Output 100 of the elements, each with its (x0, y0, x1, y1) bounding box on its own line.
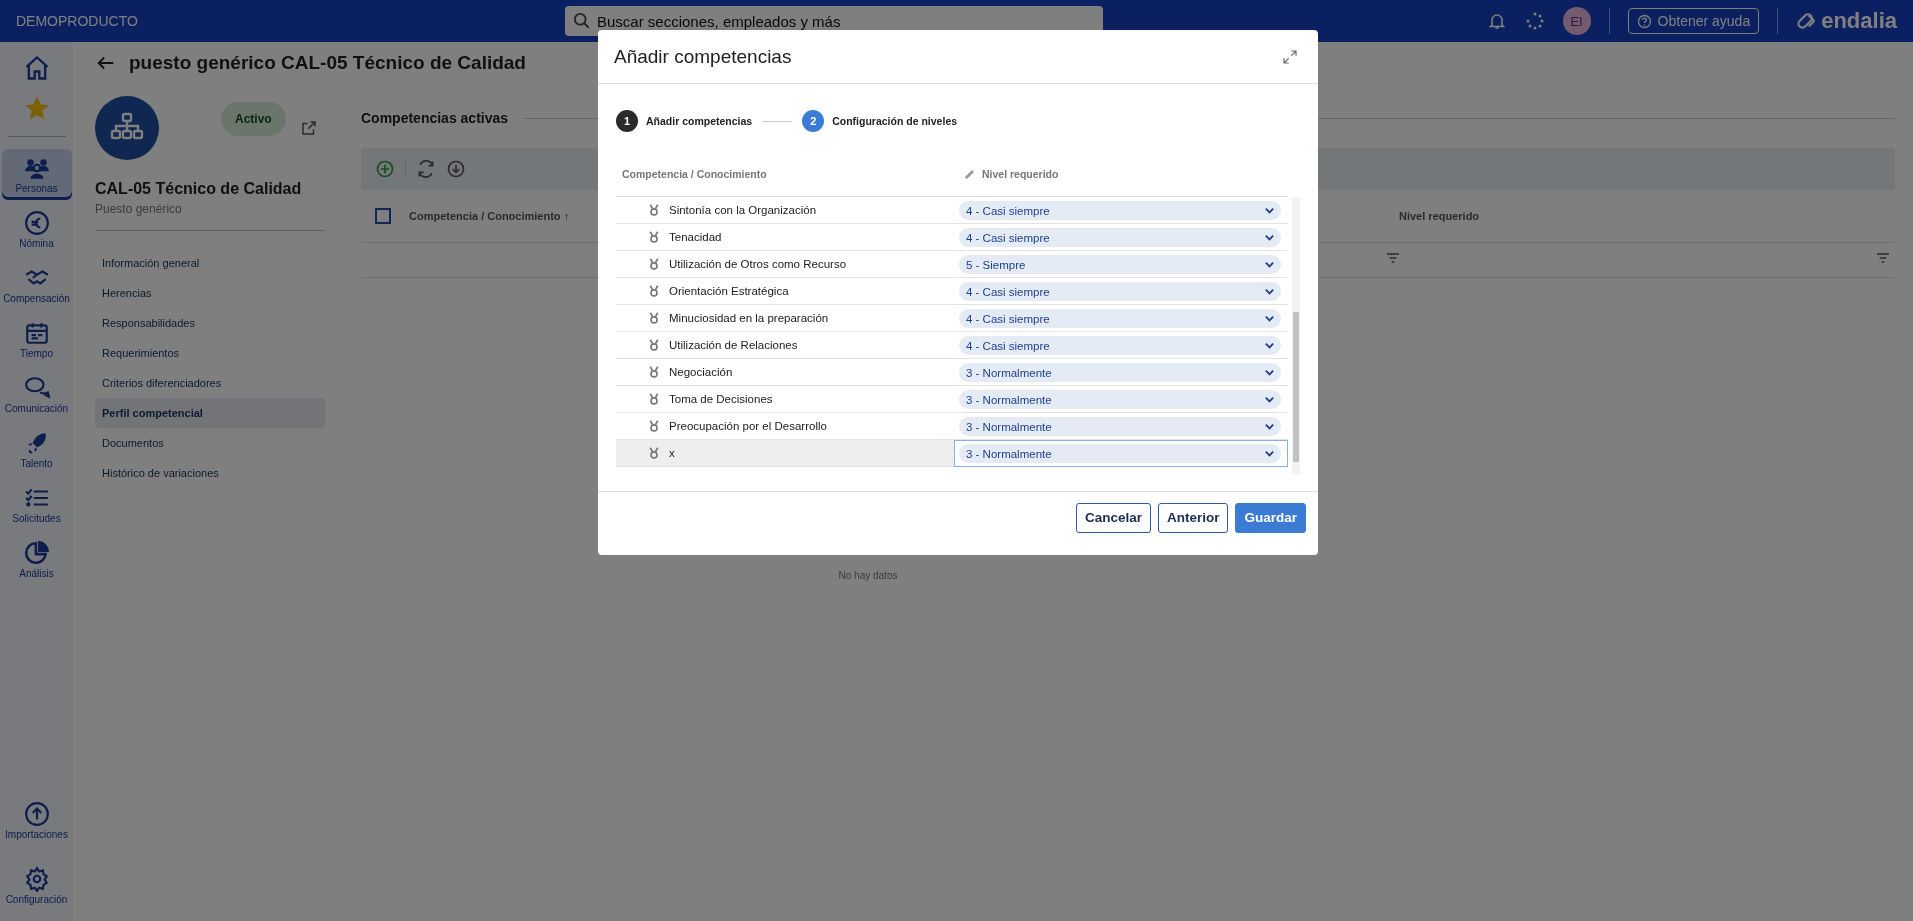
step-number: 1 (616, 110, 638, 133)
competency-name: Sintonía con la Organización (669, 204, 817, 217)
nav-item[interactable]: Análisis (1, 534, 72, 585)
medal-icon (648, 231, 660, 244)
chevron-down-icon (1264, 313, 1275, 325)
status-badge: Activo (221, 102, 286, 136)
level-dropdown[interactable]: 4 - Casi siempre (959, 336, 1281, 356)
medal-icon (648, 366, 660, 379)
level-dropdown[interactable]: 5 - Siempre (959, 255, 1281, 275)
pie-chart-icon (23, 540, 50, 566)
nav-item[interactable]: Importaciones (1, 795, 72, 846)
add-icon[interactable] (375, 159, 395, 179)
nav-item[interactable]: Talento (1, 424, 72, 475)
position-type: Puesto genérico (95, 202, 183, 216)
nav-item[interactable]: Nómina (1, 204, 72, 255)
medal-icon (648, 204, 660, 217)
chevron-down-icon (1264, 367, 1275, 379)
upload-icon (23, 801, 50, 827)
medal-icon (648, 285, 660, 298)
medal-icon (648, 420, 660, 433)
page-title: puesto genérico CAL-05 Técnico de Calidad (129, 52, 526, 74)
section-link[interactable]: Histórico de variaciones (95, 458, 325, 488)
column-header[interactable]: Nivel requerido (1399, 210, 1480, 222)
question-icon (1636, 13, 1652, 29)
competency-name: Preocupación por el Desarrollo (669, 420, 827, 433)
section-link[interactable]: Perfil competencial (95, 398, 325, 428)
medal-icon (648, 447, 660, 460)
chevron-down-icon (1264, 421, 1275, 433)
logo-text: endalia (1821, 8, 1897, 34)
help-button[interactable]: Obtener ayuda (1627, 8, 1760, 34)
external-link-icon[interactable] (299, 119, 318, 137)
nav-item[interactable]: Configuración (1, 860, 72, 911)
column-header: Competencia / Conocimiento (621, 168, 768, 181)
empty-message: No hay datos (838, 570, 898, 581)
loading-icon[interactable] (1524, 11, 1545, 31)
section-link[interactable]: Documentos (95, 428, 325, 458)
nav-item[interactable]: Personas (1, 149, 72, 200)
competency-name: Toma de Decisiones (669, 393, 773, 406)
competency-name: Utilización de Otros como Recurso (669, 258, 847, 271)
level-dropdown[interactable]: 4 - Casi siempre (959, 309, 1281, 329)
pencil-icon (964, 168, 976, 181)
chevron-down-icon (1264, 448, 1275, 460)
step-number: 2 (802, 110, 825, 133)
save-button[interactable]: Guardar (1235, 502, 1306, 533)
nav-item[interactable]: Compensación (1, 259, 72, 310)
calendar-icon (23, 320, 50, 346)
medal-icon (648, 312, 660, 325)
chevron-down-icon (1264, 394, 1275, 406)
filter-icon[interactable] (1385, 250, 1401, 266)
chat-icon (23, 375, 50, 401)
competency-name: Utilización de Relaciones (669, 339, 798, 352)
level-dropdown[interactable]: 3 - Normalmente (959, 417, 1281, 437)
chevron-down-icon (1264, 259, 1275, 271)
chevron-down-icon (1264, 232, 1275, 244)
level-dropdown[interactable]: 3 - Normalmente (959, 390, 1281, 410)
level-dropdown[interactable]: 3 - Normalmente (959, 363, 1281, 383)
level-dropdown[interactable]: 4 - Casi siempre (959, 228, 1281, 248)
nav-item[interactable]: Solicitudes (1, 479, 72, 530)
medal-icon (648, 258, 660, 271)
select-all-checkbox[interactable] (375, 208, 391, 224)
section-link[interactable]: Requerimientos (95, 338, 325, 368)
chevron-down-icon (1264, 286, 1275, 298)
section-link[interactable]: Responsabilidades (95, 308, 325, 338)
section-title: Competencias activas (361, 110, 509, 126)
user-avatar[interactable]: EI (1562, 7, 1591, 35)
euro-icon (23, 210, 50, 236)
refresh-icon[interactable] (416, 159, 436, 179)
secondary-button[interactable]: Anterior (1157, 502, 1229, 533)
download-icon[interactable] (446, 159, 466, 179)
sort-indicator[interactable]: ↑ (563, 210, 570, 222)
filter-icon[interactable] (1875, 250, 1891, 266)
nav-item[interactable]: Comunicación (1, 369, 72, 420)
section-link[interactable]: Criterios diferenciadores (95, 368, 325, 398)
competency-name: Negociación (669, 366, 733, 379)
competency-name: Orientación Estratégica (669, 285, 789, 298)
secondary-button[interactable]: Cancelar (1075, 502, 1151, 533)
org-chart-icon (95, 96, 159, 160)
competency-name: Minuciosidad en la preparación (669, 312, 829, 325)
section-link[interactable]: Información general (95, 248, 325, 278)
competency-name: x (669, 447, 675, 460)
expand-icon[interactable] (1282, 48, 1298, 65)
search-icon (573, 12, 591, 30)
column-header: Nivel requerido (982, 168, 1059, 181)
position-name: CAL-05 Técnico de Calidad (95, 180, 303, 198)
level-dropdown[interactable]: 4 - Casi siempre (959, 201, 1281, 221)
level-dropdown[interactable]: 4 - Casi siempre (959, 282, 1281, 302)
step-label: Configuración de niveles (832, 115, 958, 128)
column-header[interactable]: Competencia / Conocimiento (409, 210, 561, 222)
app-name: DEMOPRODUCTO (16, 13, 139, 29)
medal-icon (648, 339, 660, 352)
chevron-down-icon (1264, 340, 1275, 352)
bell-icon[interactable] (1486, 11, 1507, 31)
dialog-title: Añadir competencias (614, 45, 792, 68)
competency-name: Tenacidad (669, 231, 722, 244)
scrollbar[interactable] (1292, 197, 1300, 476)
nav-item[interactable]: Tiempo (1, 314, 72, 365)
section-link[interactable]: Herencias (95, 278, 325, 308)
level-dropdown[interactable]: 3 - Normalmente (959, 444, 1281, 464)
chevron-down-icon (1264, 205, 1275, 217)
settings-icon (23, 866, 50, 892)
